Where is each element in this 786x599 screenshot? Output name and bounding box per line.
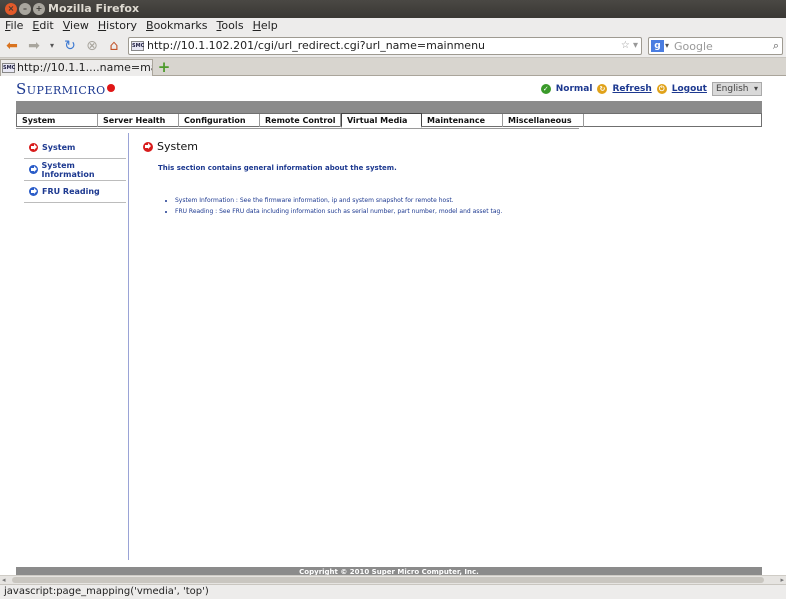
forward-icon[interactable]: ➡ (26, 38, 42, 54)
sidebar-item-system-information[interactable]: System Information (24, 159, 126, 181)
search-icon[interactable]: ⌕ (773, 39, 779, 53)
tab-label: http://10.1.1....name=mainmenu (17, 61, 152, 74)
arrow-right-icon (143, 141, 153, 152)
nav-maintenance[interactable]: Maintenance (422, 114, 503, 127)
sidebar-divider (128, 133, 129, 560)
tab-favicon: SMC (2, 63, 16, 73)
top-links: ✓ Normal ↻ Refresh ⏻ Logout English (540, 82, 762, 96)
stop-icon[interactable]: ⊗ (84, 38, 100, 54)
maximize-window-icon[interactable]: + (33, 3, 45, 15)
scroll-right-icon[interactable]: ▸ (780, 576, 784, 584)
sidebar: System System Information FRU Reading (24, 137, 126, 203)
tab-mainmenu[interactable]: SMC http://10.1.1....name=mainmenu (0, 59, 153, 76)
arrow-right-icon (29, 143, 38, 152)
search-input[interactable]: Google (674, 39, 713, 55)
menu-history[interactable]: History (98, 18, 137, 34)
main-nav: System Server Health Configuration Remot… (16, 113, 762, 128)
nav-configuration[interactable]: Configuration (179, 114, 260, 127)
window-title: Mozilla Firefox (48, 2, 140, 15)
menu-bar: File Edit View History Bookmarks Tools H… (0, 18, 786, 34)
page-title-text: System (157, 140, 199, 153)
horizontal-scrollbar[interactable]: ◂ ▸ (0, 575, 786, 584)
nav-server-health[interactable]: Server Health (98, 114, 179, 127)
page-content: Supermicro ✓ Normal ↻ Refresh ⏻ Logout E… (0, 76, 786, 582)
sidebar-item-label: System (42, 143, 76, 152)
main-panel: System This section contains general inf… (143, 140, 502, 215)
page-title: System (143, 140, 198, 153)
menu-view[interactable]: View (63, 18, 89, 34)
close-window-icon[interactable]: × (5, 3, 17, 15)
history-dropdown-icon[interactable]: ▾ (44, 38, 60, 54)
page-description: This section contains general informatio… (158, 164, 397, 172)
menu-file[interactable]: File (5, 18, 23, 34)
tab-bar: SMC http://10.1.1....name=mainmenu + (0, 58, 786, 76)
scroll-left-icon[interactable]: ◂ (2, 576, 6, 584)
nav-miscellaneous[interactable]: Miscellaneous (503, 114, 584, 127)
home-icon[interactable]: ⌂ (106, 38, 122, 54)
back-icon[interactable]: ⬅ (4, 38, 20, 54)
window-titlebar: × – + Mozilla Firefox (0, 0, 786, 18)
logo-dot (106, 84, 115, 92)
logout-link[interactable]: Logout (672, 84, 707, 94)
arrow-right-icon (29, 165, 38, 174)
site-favicon: SMC (131, 41, 145, 51)
nav-remote-control[interactable]: Remote Control (260, 114, 341, 127)
menu-bookmarks[interactable]: Bookmarks (146, 18, 207, 34)
sidebar-item-label: System Information (41, 160, 95, 179)
reload-icon[interactable]: ↻ (62, 38, 78, 54)
arrow-right-icon (29, 187, 38, 196)
nav-system[interactable]: System (17, 114, 98, 127)
nav-virtual-media[interactable]: Virtual Media (341, 113, 422, 128)
status-text: Normal (555, 84, 593, 94)
nav-underline (16, 128, 579, 129)
header-band (16, 101, 762, 113)
list-item: FRU Reading : See FRU data including inf… (175, 208, 535, 215)
url-text: http://10.1.102.201/cgi/url_redirect.cgi… (147, 39, 486, 52)
scrollbar-thumb[interactable] (12, 577, 764, 583)
bookmark-star-icon[interactable]: ☆ ▾ (621, 38, 638, 54)
supermicro-logo: Supermicro (16, 80, 115, 98)
menu-edit[interactable]: Edit (32, 18, 53, 34)
navigation-toolbar: ⬅ ➡ ▾ ↻ ⊗ ⌂ SMC http://10.1.102.201/cgi/… (0, 34, 786, 58)
refresh-icon[interactable]: ↻ (597, 84, 608, 94)
status-bar: javascript:page_mapping('vmedia', 'top') (0, 584, 786, 599)
new-tab-icon[interactable]: + (157, 60, 171, 75)
minimize-window-icon[interactable]: – (19, 3, 31, 15)
sidebar-item-system[interactable]: System (24, 137, 126, 159)
google-icon[interactable]: g (651, 40, 664, 52)
logout-icon[interactable]: ⏻ (656, 84, 667, 94)
logo-text: Supermicro (16, 80, 106, 98)
search-engine-dropdown-icon[interactable]: ▾ (665, 41, 669, 50)
url-bar[interactable]: SMC http://10.1.102.201/cgi/url_redirect… (128, 37, 642, 55)
menu-help[interactable]: Help (253, 18, 278, 34)
list-item: System Information : See the firmware in… (175, 197, 535, 204)
info-list: System Information : See the firmware in… (175, 197, 535, 219)
language-select[interactable]: English (712, 82, 762, 96)
refresh-link[interactable]: Refresh (612, 84, 651, 94)
menu-tools[interactable]: Tools (216, 18, 243, 34)
sidebar-item-label: FRU Reading (42, 187, 100, 196)
status-ok-icon: ✓ (540, 84, 551, 94)
search-box[interactable]: g ▾ Google ⌕ (648, 37, 783, 55)
sidebar-item-fru-reading[interactable]: FRU Reading (24, 181, 126, 203)
